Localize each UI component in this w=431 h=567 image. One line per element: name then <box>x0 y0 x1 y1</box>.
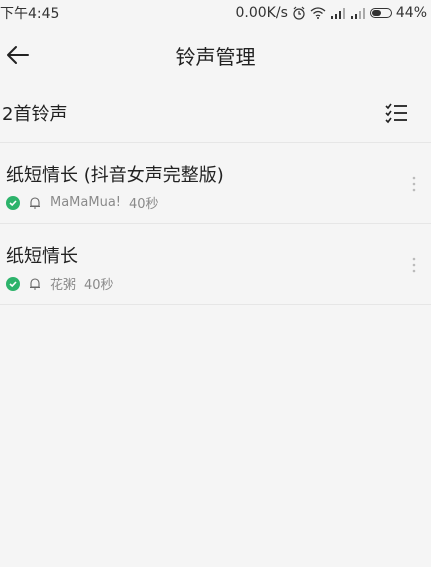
ringtone-item[interactable]: 纸短情长 花粥 40秒 <box>0 224 431 305</box>
ringtone-name: 纸短情长 <box>6 246 78 267</box>
signal-icon <box>330 8 345 19</box>
status-right: 0.00K/s 44% <box>236 5 428 21</box>
more-options-icon[interactable] <box>411 175 417 193</box>
ringtone-meta: 花粥 40秒 <box>6 274 114 293</box>
ringtone-name: 纸短情长 (抖音女声完整版) <box>6 165 224 186</box>
more-options-icon[interactable] <box>411 256 417 274</box>
signal-icon-2 <box>350 8 365 19</box>
wifi-icon <box>310 7 326 19</box>
ringtone-count: 2首铃声 <box>2 104 68 125</box>
list-edit-icon[interactable] <box>383 100 409 126</box>
ringtone-item[interactable]: 纸短情长 (抖音女声完整版) MaMaMua! 40秒 <box>0 143 431 224</box>
check-circle-icon <box>6 276 20 291</box>
check-circle-icon <box>6 195 20 210</box>
ringtone-count-bar: 2首铃声 <box>0 84 431 142</box>
bell-icon <box>30 196 40 209</box>
back-arrow-icon[interactable] <box>4 38 38 72</box>
battery-percent: 44% <box>395 5 427 21</box>
bell-icon <box>30 277 40 290</box>
title-bar: 铃声管理 <box>0 26 431 84</box>
ringtone-meta: MaMaMua! 40秒 <box>6 193 159 212</box>
ringtone-duration: 40秒 <box>84 278 114 293</box>
network-speed: 0.00K/s <box>235 5 288 21</box>
status-time: 下午4:45 <box>0 6 60 22</box>
page-title: 铃声管理 <box>175 44 256 69</box>
alarm-icon <box>293 6 305 20</box>
status-bar: 下午4:45 0.00K/s 44% <box>0 0 431 26</box>
ringtone-artist: 花粥 <box>50 278 77 293</box>
battery-icon <box>369 8 392 18</box>
ringtone-artist: MaMaMua! <box>50 195 121 210</box>
ringtone-duration: 40秒 <box>129 197 159 212</box>
